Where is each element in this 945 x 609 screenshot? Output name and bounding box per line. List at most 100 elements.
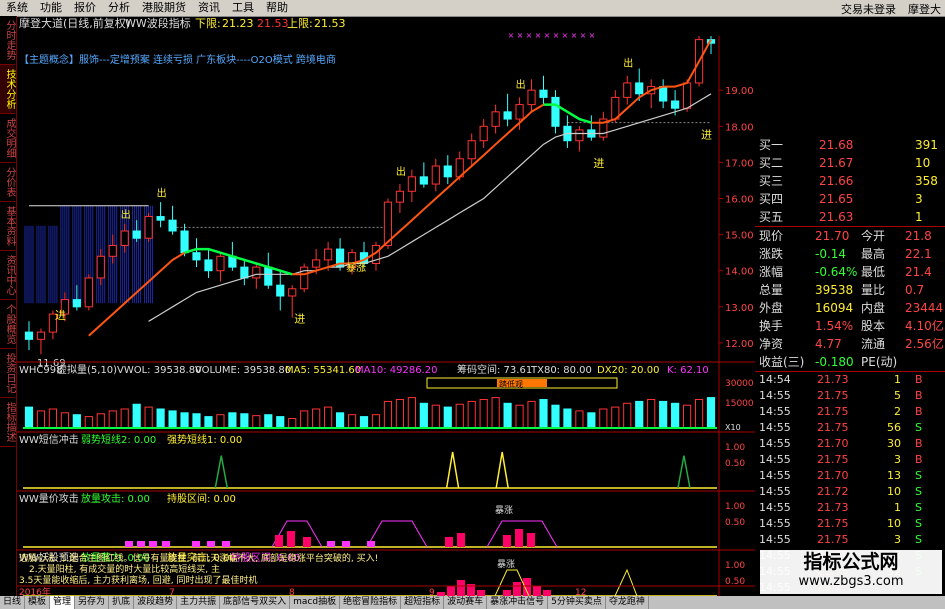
candle-body [395,190,405,203]
bottom-tab-5[interactable]: 波段趋势 [134,596,178,609]
volume-bar [383,400,393,429]
vol-k: K: 62.10 [667,365,709,376]
left-tab-8[interactable]: 指标描述 [0,398,15,447]
candle-body [324,248,333,261]
bottom-tab-10[interactable]: 超短指标 [401,596,445,609]
left-tab-3[interactable]: 分价表 [0,163,15,202]
panel2-bar [137,541,145,547]
menu-item-7[interactable]: 帮助 [260,0,294,16]
panel2-bar [503,535,511,547]
bottom-tab-14[interactable]: 夺龙跑神 [606,596,649,609]
bid-row: 买五 21.63 1 [755,208,945,226]
vol-axis-mid: 15000 [725,399,754,409]
panel-2: WW量价攻击 放量攻击: 0.00 持股区间: 0.00 1.00 0.50 暴涨 [17,490,755,548]
date-label: 12 [575,588,586,596]
bid-price: 21.66 [819,174,854,188]
signal-chu: 出 [396,165,406,178]
bottom-tab-3[interactable]: 另存为 [75,596,110,609]
menu-item-0[interactable]: 系统 [0,0,34,16]
volume-bar [240,413,249,429]
menu-item-5[interactable]: 资讯 [192,0,226,16]
menu-item-3[interactable]: 分析 [102,0,136,16]
bottom-tab-1[interactable]: 模板 [25,596,51,609]
bottom-tab-9[interactable]: 绝密冒险指标 [340,596,402,609]
volume-bar [204,416,213,429]
bottom-tab-6[interactable]: 主力共振 [177,596,221,609]
bottom-tab-0[interactable]: 日线 [0,596,26,609]
candle-body [467,140,476,160]
volume-bar [252,415,261,429]
volume-bar [324,406,333,429]
volume-bar [599,408,608,429]
panel1-spike [495,451,509,489]
marker-dot: × [535,31,542,40]
candle-body [491,111,500,127]
left-tab-2[interactable]: 成交明细 [0,114,15,163]
bid-price: 21.67 [819,156,854,170]
candlestick-chart[interactable]: 摩登大道(日线,前复权)WW波段指标 下限: 21.23 21.53上限: 21.53【… [17,16,755,596]
stat-label: 收益(三) [759,355,805,369]
volume-bar [168,410,177,429]
stat-label: 涨幅 [759,265,784,279]
left-tab-0[interactable]: 分时走势 [0,16,15,65]
tick-dir: S [915,469,922,482]
panel-1-tick1: 1.00 [725,443,745,453]
menu-item-1[interactable]: 功能 [34,0,68,16]
price-tick: 16.00 [725,195,754,206]
panel2-bar [527,533,535,547]
bottom-tab-8[interactable]: macd抽板 [290,596,341,609]
tick-vol: 3 [894,453,901,466]
candle-body [180,230,189,254]
note-line-3: 3.5天量能收缩后, 主力获利离场, 回避, 同时出现了最佳时机 [19,574,257,586]
tick-time: 14:55 [759,485,791,498]
bottom-tab-4[interactable]: 扒底 [109,596,135,609]
stat-label-2: PE(动) [861,355,898,369]
candle-body [407,176,416,192]
panel2-bar [149,541,157,547]
stat-label-2: 量比 [861,283,886,297]
candle-body [312,259,321,268]
panel-1-title: WW短信冲击 [19,433,79,446]
bottom-tab-12[interactable]: 暴涨冲击信号 [487,596,549,609]
menu-right-item-1[interactable]: 摩登大 [908,3,941,16]
bottom-tab-7[interactable]: 底部信号双买入 [220,596,291,609]
tick-time: 14:55 [759,405,791,418]
marker-dot: × [526,31,533,40]
panel3-bar [523,578,531,596]
left-tab-7[interactable]: 投资日记 [0,349,15,398]
tick-row: 14:55 21.75 3 S [755,532,945,548]
volume-bar [395,399,405,429]
bottom-tab-2[interactable]: 管理 [50,596,76,609]
menu-item-6[interactable]: 工具 [226,0,260,16]
left-tab-1[interactable]: 技术分析 [0,65,15,114]
signal-baozhang: 暴涨 [346,262,366,274]
left-tab-5[interactable]: 资讯中心 [0,251,15,300]
bottom-tab-11[interactable]: 波动赛车 [444,596,488,609]
indicator-name: WW波段指标 [125,16,191,30]
volume-bar [156,408,165,429]
footer-notes: 选股心法: 1.配合主图红线。信号有量能柱, 前几天涨幅不大, 底部是稳涨平台突… [19,552,378,586]
candle-body [671,100,680,109]
tick-dir: B [915,453,923,466]
tick-vol: 2 [894,405,901,418]
volume-bar [694,399,704,429]
bottom-tab-13[interactable]: 5分钟买卖点 [548,596,606,609]
panel-2-l1: 放量攻击: 0.00 [81,492,150,505]
menu-right-item-0[interactable]: 交易未登录 [841,3,896,16]
panel2-bar [445,537,453,547]
menu-item-4[interactable]: 港股期货 [136,0,192,16]
stat-label-2: 内盘 [861,301,886,315]
date-axis: 2016年 7 8 9 12 [17,585,755,596]
panel3-bar [457,580,465,596]
candle-body [527,89,536,106]
price-tick: 14.00 [725,267,754,278]
menu-item-2[interactable]: 报价 [68,0,102,16]
tick-dir: S [915,485,922,498]
panel2-bar [192,541,200,547]
left-tab-4[interactable]: 基本资料 [0,202,15,251]
candle-body [252,266,261,279]
tick-time: 14:55 [759,437,791,450]
signal-jin: 进 [55,309,66,322]
left-tab-6[interactable]: 个股概览 [0,300,15,349]
vol-ma10: MA10: 49286.20 [355,365,437,376]
